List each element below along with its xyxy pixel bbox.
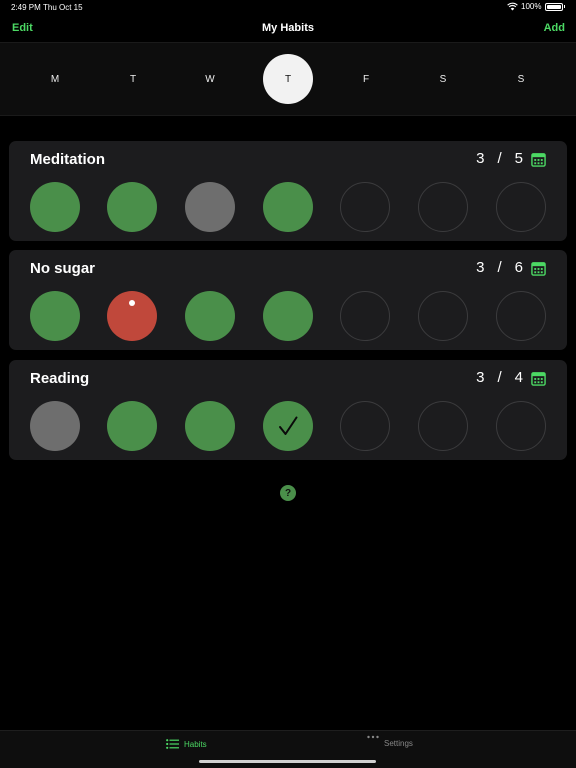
day-status-empty[interactable] bbox=[340, 182, 390, 232]
calendar-icon[interactable] bbox=[531, 152, 546, 167]
habit-name: No sugar bbox=[30, 260, 96, 277]
habit-progress: 3 / 5 bbox=[476, 150, 523, 167]
habit-done-count: 3 bbox=[476, 259, 485, 276]
battery-cap bbox=[563, 5, 565, 8]
habit-progress: 3 / 4 bbox=[476, 369, 523, 386]
tab-habits[interactable]: Habits bbox=[166, 739, 207, 749]
add-button[interactable]: Add bbox=[544, 22, 565, 34]
day-friday[interactable]: F bbox=[341, 54, 391, 104]
day-status-done[interactable] bbox=[107, 401, 157, 451]
day-status-done[interactable] bbox=[107, 182, 157, 232]
habit-done-count: 3 bbox=[476, 150, 485, 167]
help-button[interactable]: ? bbox=[280, 485, 296, 501]
day-wednesday[interactable]: W bbox=[185, 54, 235, 104]
day-status-done[interactable] bbox=[30, 182, 80, 232]
tab-label: Habits bbox=[184, 739, 207, 749]
habit-done-count: 3 bbox=[476, 369, 485, 386]
day-status-empty[interactable] bbox=[340, 401, 390, 451]
day-status-done-today[interactable] bbox=[263, 401, 313, 451]
list-icon bbox=[166, 739, 179, 749]
habit-card-meditation[interactable]: Meditation 3 / 5 bbox=[9, 141, 567, 241]
day-status-done[interactable] bbox=[30, 291, 80, 341]
day-status-empty[interactable] bbox=[496, 401, 546, 451]
day-status-empty[interactable] bbox=[418, 291, 468, 341]
day-tuesday[interactable]: T bbox=[108, 54, 158, 104]
status-time: 2:49 PM bbox=[11, 3, 41, 12]
day-monday[interactable]: M bbox=[30, 54, 80, 104]
day-status-done[interactable] bbox=[185, 291, 235, 341]
day-status-empty[interactable] bbox=[418, 182, 468, 232]
home-indicator[interactable] bbox=[199, 760, 376, 763]
checkmark-icon bbox=[279, 416, 298, 435]
day-status-empty[interactable] bbox=[340, 291, 390, 341]
note-dot-icon bbox=[129, 300, 135, 306]
day-saturday[interactable]: S bbox=[418, 54, 468, 104]
habit-card-no-sugar[interactable]: No sugar 3 / 6 bbox=[9, 250, 567, 350]
day-status-empty[interactable] bbox=[418, 401, 468, 451]
habit-count-separator: / bbox=[497, 150, 502, 167]
battery-icon bbox=[544, 2, 563, 11]
day-status-empty[interactable] bbox=[496, 291, 546, 341]
habit-card-reading[interactable]: Reading 3 / 4 bbox=[9, 360, 567, 460]
day-status-done[interactable] bbox=[263, 182, 313, 232]
status-date: Thu Oct 15 bbox=[43, 3, 83, 12]
habit-name: Meditation bbox=[30, 151, 105, 168]
battery-percent: 100% bbox=[521, 2, 542, 11]
day-status-done[interactable] bbox=[263, 291, 313, 341]
habit-goal-count: 5 bbox=[514, 150, 523, 167]
week-strip: M T W T F S S bbox=[0, 42, 576, 116]
status-bar: 2:49 PM Thu Oct 15 100% bbox=[0, 0, 576, 14]
day-status-skipped[interactable] bbox=[30, 401, 80, 451]
tab-settings[interactable]: Settings bbox=[367, 735, 413, 748]
calendar-icon[interactable] bbox=[531, 261, 546, 276]
habit-goal-count: 4 bbox=[514, 369, 523, 386]
wifi-icon bbox=[507, 2, 518, 11]
more-icon bbox=[367, 735, 379, 738]
habit-goal-count: 6 bbox=[514, 259, 523, 276]
page-title: My Habits bbox=[262, 22, 314, 34]
status-indicators: 100% bbox=[507, 2, 565, 11]
day-status-done[interactable] bbox=[185, 401, 235, 451]
day-status-failed[interactable] bbox=[107, 291, 157, 341]
habit-count-separator: / bbox=[497, 369, 502, 386]
day-thursday-selected[interactable]: T bbox=[263, 54, 313, 104]
day-status-empty[interactable] bbox=[496, 182, 546, 232]
day-status-skipped[interactable] bbox=[185, 182, 235, 232]
calendar-icon[interactable] bbox=[531, 371, 546, 386]
tab-label: Settings bbox=[384, 739, 413, 748]
nav-bar: Edit My Habits Add bbox=[0, 14, 576, 42]
habit-name: Reading bbox=[30, 370, 90, 387]
habit-count-separator: / bbox=[497, 259, 502, 276]
habit-progress: 3 / 6 bbox=[476, 259, 523, 276]
day-sunday[interactable]: S bbox=[496, 54, 546, 104]
